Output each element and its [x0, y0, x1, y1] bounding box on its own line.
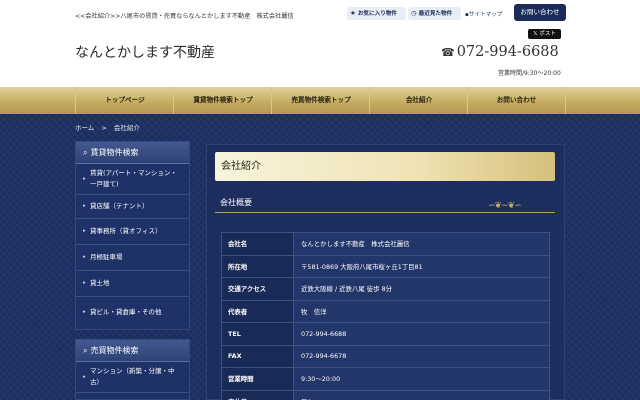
nav-top[interactable]: トップページ: [75, 87, 174, 114]
table-key: TEL: [221, 322, 294, 346]
breadcrumb: ホーム > 会社紹介: [75, 122, 140, 132]
star-icon: ★: [350, 9, 356, 17]
table-key: FAX: [221, 344, 294, 368]
breadcrumb-current: 会社紹介: [113, 124, 140, 132]
company-info-table: 会社名 なんとかします不動産 株式会社麗信 所在地 〒581-0869 大阪府八尾市…: [221, 232, 550, 400]
table-key: 代表者: [221, 299, 294, 323]
table-key: 所在地: [221, 254, 294, 278]
table-value: 無し: [293, 389, 550, 400]
table-value: 072-994-6678: [293, 344, 550, 368]
table-row: 定休日無し: [221, 389, 550, 400]
table-row: 交通アクセス 近鉄大阪線 / 近鉄八尾 徒歩 8分: [221, 277, 550, 301]
site-header: <<会社紹介>>八尾市の賃貸・売買ならなんとかします不動産 株式会社麗信 なんと…: [0, 0, 640, 87]
phone-number[interactable]: ☎ 072-994-6688: [441, 44, 559, 60]
table-row: 営業時間 9:30〜20:00: [221, 367, 550, 391]
sidebar-sale-box: ⌕売買物件検索 マンション（新築・分譲・中古）: [75, 339, 190, 400]
sidebar-rent-title: ⌕ 賃貸物件検索: [76, 142, 189, 164]
table-value: 牧 信洋: [293, 299, 550, 323]
section-title: 会社概要: [220, 198, 252, 207]
flourish-ornament-icon: ∽❦∼❦∽: [488, 201, 522, 211]
sidebar-item-rent-residential[interactable]: 賃貸(アパート・マンション・一戸建て): [76, 164, 189, 195]
clock-icon: ◷: [411, 9, 417, 17]
phone-icon: ☎: [441, 46, 455, 59]
table-value: 9:30〜20:00: [293, 367, 550, 391]
search-icon: ⌕: [83, 148, 88, 157]
table-row: FAX 072-994-6678: [221, 344, 550, 368]
page-title: 会社紹介: [215, 152, 555, 181]
section-divider: [215, 212, 555, 213]
sidebar-item-rent-store[interactable]: 貸店舗（テナント）: [76, 195, 189, 219]
search-icon: ⌕: [83, 346, 88, 355]
table-value: なんとかします不動産 株式会社麗信: [293, 232, 550, 256]
table-key: 定休日: [221, 389, 294, 400]
nav-company[interactable]: 会社紹介: [369, 87, 468, 114]
table-value: 072-994-6688: [293, 322, 550, 346]
sidebar-item-rent-parking[interactable]: 月極駐車場: [76, 245, 189, 271]
table-value: 〒581-0869 大阪府八尾市桜ヶ丘1丁目81: [293, 254, 550, 278]
sidebar-rent-box: ⌕賃貸物件検索 賃貸(アパート・マンション・一戸建て) 貸店舗（テナント） 貸事…: [75, 141, 190, 330]
sidebar-item-rent-land[interactable]: 貸土地: [76, 271, 189, 297]
nav-sale-search[interactable]: 売買物件検索トップ: [271, 87, 370, 114]
nav-contact[interactable]: お問い合わせ: [467, 87, 566, 114]
table-row: 代表者牧 信洋: [221, 299, 550, 323]
favorites-button[interactable]: ★ お気に入り物件: [347, 7, 406, 20]
x-post-button[interactable]: 𝕏 ポスト: [528, 29, 561, 39]
global-nav: トップページ 賃貸物件検索トップ 売買物件検索トップ 会社紹介 お問い合わせ: [0, 87, 640, 114]
table-row: 所在地 〒581-0869 大阪府八尾市桜ヶ丘1丁目81: [221, 254, 550, 278]
sidebar-sale-title: ⌕ 売買物件検索: [76, 340, 189, 362]
sidebar-item-rent-office[interactable]: 貸事務所（貸オフィス）: [76, 219, 189, 245]
nav-rent-search[interactable]: 賃貸物件検索トップ: [173, 87, 272, 114]
table-value: 近鉄大阪線 / 近鉄八尾 徒歩 8分: [293, 277, 550, 301]
breadcrumb-separator: >: [101, 124, 107, 132]
breadcrumb-home[interactable]: ホーム: [75, 124, 94, 132]
business-hours: 営業時間/9:30〜20:00: [498, 70, 561, 77]
recent-button[interactable]: ◷ 最近見た物件: [408, 7, 461, 20]
table-key: 会社名: [221, 232, 294, 256]
sidebar-item-sale-mansion[interactable]: マンション（新築・分譲・中古）: [76, 362, 189, 393]
table-key: 営業時間: [221, 367, 294, 391]
sidebar-item-rent-other[interactable]: 貸ビル・貸倉庫・その他: [76, 297, 189, 327]
table-row: TEL 072-994-6688: [221, 322, 550, 346]
table-row: 会社名 なんとかします不動産 株式会社麗信: [221, 232, 550, 256]
sitemap-link[interactable]: ▪サイトマップ: [465, 10, 502, 18]
site-logo[interactable]: なんとかします不動産: [75, 42, 215, 62]
contact-button[interactable]: お問い合わせ: [514, 4, 566, 21]
header-breadcrumb: <<会社紹介>>八尾市の賃貸・売買ならなんとかします不動産 株式会社麗信: [75, 13, 294, 20]
table-key: 交通アクセス: [221, 277, 294, 301]
